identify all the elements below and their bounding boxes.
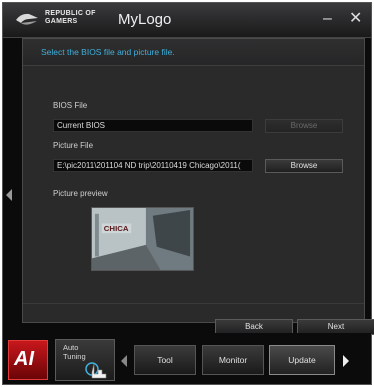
title-bar[interactable]: REPUBLIC OF GAMERS MyLogo – ✕	[3, 3, 371, 38]
brand-line-2: GAMERS	[45, 18, 78, 25]
auto-tuning-label: Auto Tuning	[63, 343, 86, 361]
hand-cursor-icon	[85, 362, 107, 379]
bios-file-field[interactable]: Current BIOS	[53, 119, 253, 132]
bottom-navigation-bar: AI Auto Tuning Tool Monitor Update	[3, 333, 371, 384]
tab-tool[interactable]: Tool	[134, 345, 196, 375]
divider	[23, 303, 364, 304]
picture-file-field[interactable]: E:\pic2011\201104 ND trip\20110419 Chica…	[53, 159, 253, 172]
minimize-button[interactable]: –	[323, 10, 332, 28]
bios-browse-button[interactable]: Browse	[265, 119, 343, 133]
picture-preview-label: Picture preview	[53, 189, 108, 198]
screenshot-frame: REPUBLIC OF GAMERS MyLogo – ✕ Select the…	[0, 0, 374, 387]
mylogo-window: REPUBLIC OF GAMERS MyLogo – ✕ Select the…	[2, 2, 374, 385]
rog-logo-text: AI	[14, 348, 34, 370]
rog-eye-icon	[16, 13, 38, 25]
picture-browse-button[interactable]: Browse	[265, 159, 343, 173]
auto-tuning-line-2: Tuning	[63, 352, 86, 361]
brand-line-1: REPUBLIC OF	[45, 10, 96, 17]
chevron-left-icon[interactable]	[121, 355, 127, 367]
tab-update[interactable]: Update	[269, 345, 335, 375]
mylogo-panel: Select the BIOS file and picture file. B…	[22, 38, 374, 335]
svg-text:CHICA: CHICA	[104, 224, 129, 233]
picture-file-label: Picture File	[53, 141, 94, 150]
tab-monitor[interactable]: Monitor	[202, 345, 264, 375]
auto-tuning-line-1: Auto	[63, 343, 79, 352]
close-button[interactable]: ✕	[349, 10, 362, 28]
app-title: MyLogo	[118, 11, 172, 28]
bios-file-label: BIOS File	[53, 101, 88, 110]
picture-preview-image: CHICA	[91, 207, 194, 271]
instruction-bar: Select the BIOS file and picture file.	[23, 39, 364, 66]
brand-logotype: REPUBLIC OF GAMERS	[45, 10, 96, 26]
rog-logo-tile[interactable]: AI	[8, 340, 48, 380]
auto-tuning-button[interactable]: Auto Tuning	[55, 339, 115, 381]
chevron-left-icon[interactable]	[6, 189, 12, 201]
chevron-right-icon[interactable]	[343, 355, 349, 367]
instruction-text: Select the BIOS file and picture file.	[41, 47, 175, 57]
